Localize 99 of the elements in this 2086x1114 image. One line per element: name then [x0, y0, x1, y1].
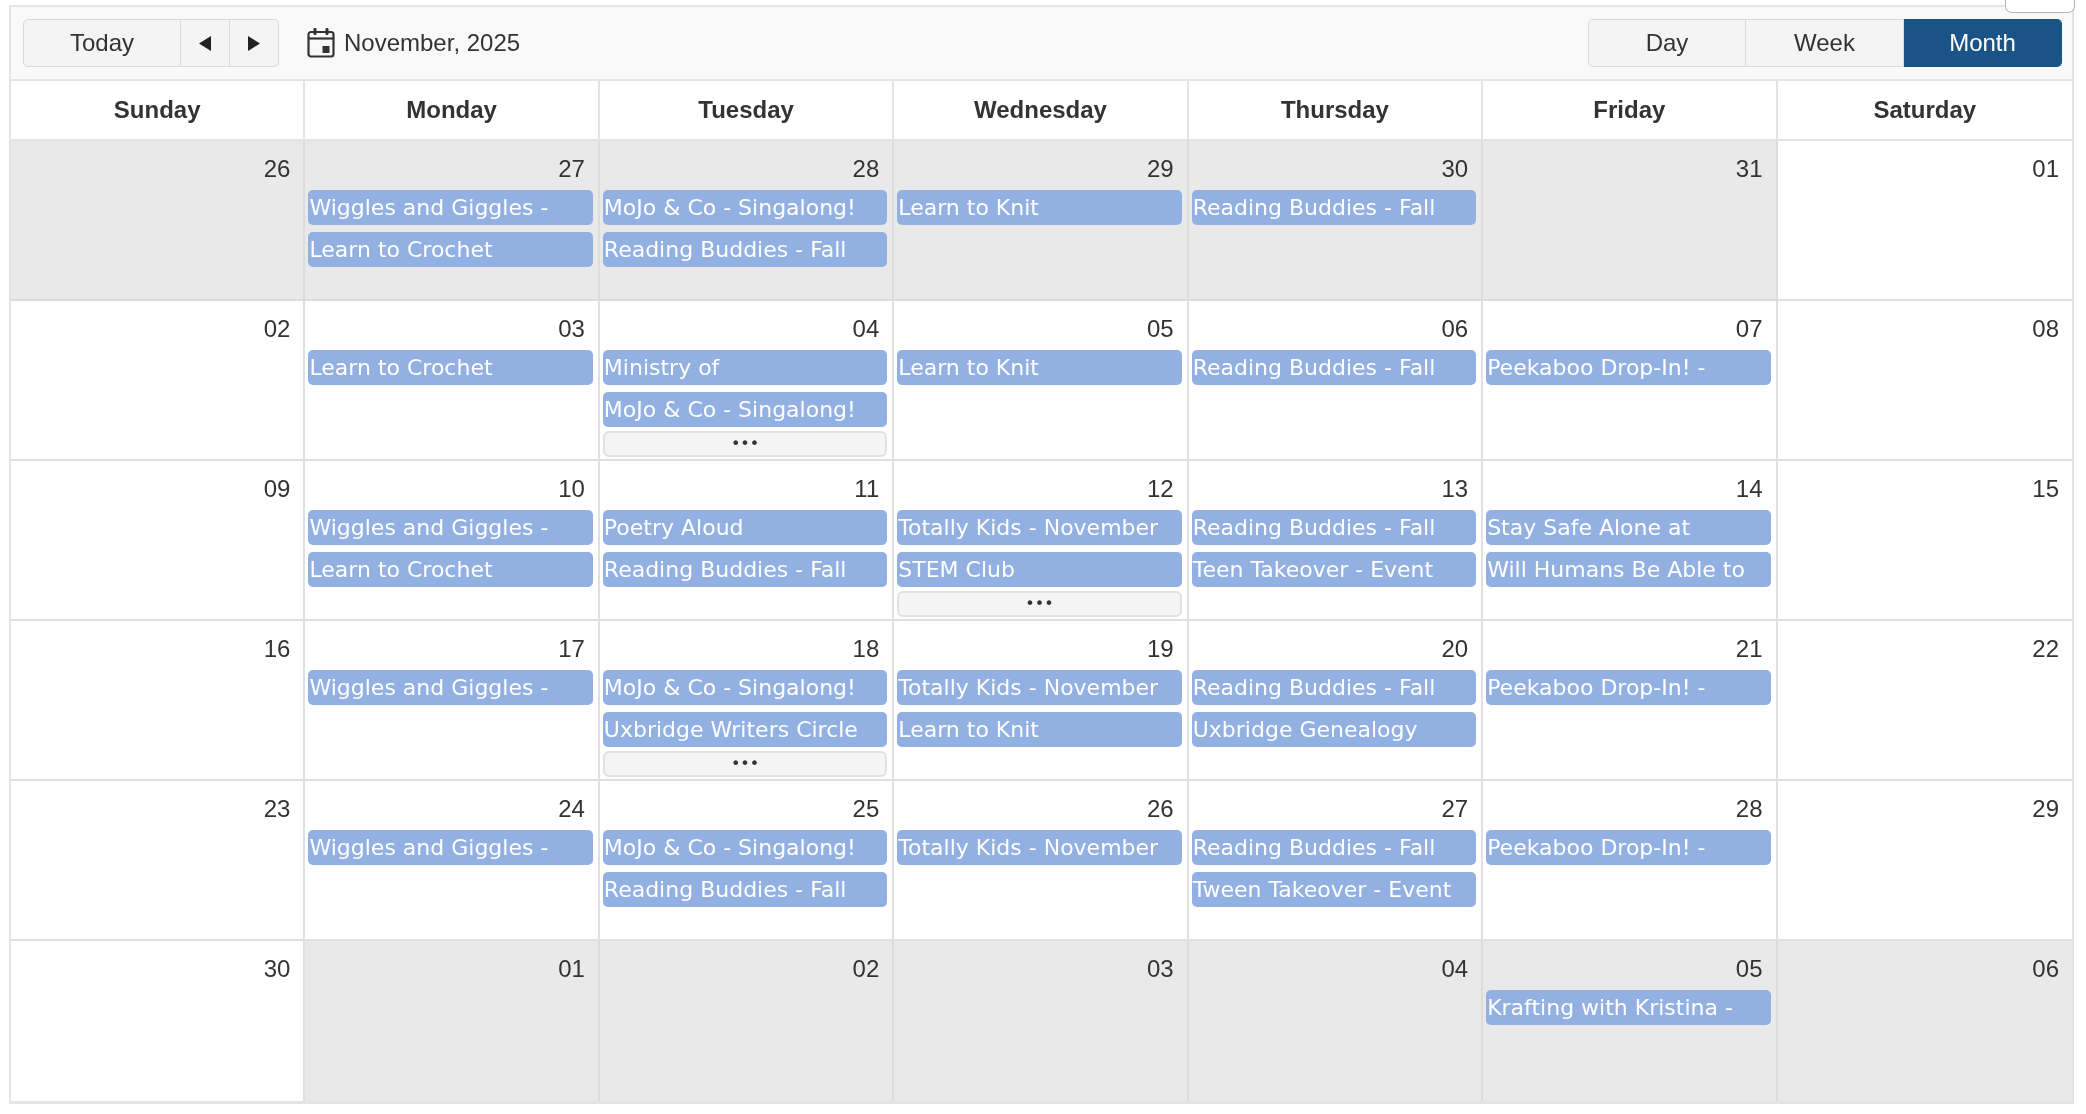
event-chip[interactable]: Ministry of	[602, 350, 888, 385]
day-number: 11	[854, 475, 880, 503]
today-button[interactable]: Today	[23, 19, 181, 67]
day-number: 20	[1441, 635, 1469, 663]
day-number: 26	[1147, 795, 1174, 823]
event-chip[interactable]: Totally Kids - November	[897, 830, 1182, 865]
previous-button[interactable]	[181, 19, 230, 67]
day-number: 13	[1441, 475, 1469, 503]
more-events-button[interactable]: •••	[602, 751, 888, 777]
day-number: 28	[852, 155, 880, 183]
event-chip[interactable]: Learn to Knit	[897, 190, 1182, 225]
day-number: 04	[852, 315, 880, 343]
more-events-button[interactable]: •••	[897, 591, 1182, 617]
day-number: 02	[852, 955, 880, 983]
day-number: 27	[558, 155, 585, 183]
next-button[interactable]	[230, 19, 279, 67]
day-number: 24	[558, 795, 585, 823]
day-number: 05	[1735, 955, 1763, 983]
day-number: 06	[2032, 955, 2059, 983]
event-chip[interactable]: Peekaboo Drop-In! -	[1486, 670, 1771, 705]
weekday-header: Sunday	[11, 81, 306, 141]
event-chip[interactable]: Wiggles and Giggles -	[308, 190, 593, 225]
event-chip[interactable]: Wiggles and Giggles -	[308, 830, 593, 865]
day-number: 10	[558, 475, 585, 503]
day-number: 31	[1735, 155, 1763, 183]
view-button[interactable]: Day	[1588, 19, 1746, 67]
day-number: 02	[263, 315, 291, 343]
day-number: 30	[1441, 155, 1469, 183]
event-chip[interactable]: MoJo & Co - Singalong!	[602, 670, 888, 705]
day-number: 06	[1441, 315, 1469, 343]
event-chip[interactable]: Reading Buddies - Fall	[1191, 190, 1477, 225]
weekday-header: Wednesday	[894, 81, 1189, 141]
event-chip[interactable]: Learn to Knit	[897, 350, 1182, 385]
more-events-button[interactable]: •••	[602, 431, 888, 457]
event-chip[interactable]: Totally Kids - November	[897, 670, 1182, 705]
day-number: 03	[558, 315, 585, 343]
event-chip[interactable]: Learn to Crochet	[308, 350, 593, 385]
day-number: 01	[2032, 155, 2059, 183]
event-chip[interactable]: Will Humans Be Able to	[1486, 552, 1771, 587]
day-number: 26	[263, 155, 291, 183]
day-number: 18	[852, 635, 880, 663]
event-chip[interactable]: Krafting with Kristina -	[1486, 990, 1771, 1025]
month-title: November, 2025	[344, 29, 521, 57]
day-number: 01	[558, 955, 585, 983]
day-number: 12	[1147, 475, 1174, 503]
event-chip[interactable]: Uxbridge Writers Circle	[602, 712, 888, 747]
calendar-icon	[307, 28, 335, 58]
event-chip[interactable]: Uxbridge Genealogy	[1191, 712, 1477, 747]
view-button[interactable]: Month	[1904, 19, 2062, 67]
day-number: 28	[1735, 795, 1763, 823]
day-number: 22	[2032, 635, 2059, 663]
day-number: 09	[263, 475, 291, 503]
event-chip[interactable]: MoJo & Co - Singalong!	[602, 830, 888, 865]
event-chip[interactable]: Tween Takeover - Event	[1191, 872, 1477, 907]
event-chip[interactable]: Reading Buddies - Fall	[602, 552, 888, 587]
day-number: 23	[263, 795, 291, 823]
day-number: 16	[263, 635, 291, 663]
day-number: 05	[1147, 315, 1174, 343]
day-number: 03	[1147, 955, 1174, 983]
weekday-header: Monday	[305, 81, 600, 141]
day-number: 04	[1441, 955, 1469, 983]
event-chip[interactable]: Stay Safe Alone at	[1486, 510, 1771, 545]
event-chip[interactable]: Learn to Knit	[897, 712, 1182, 747]
weekday-header: Friday	[1483, 81, 1778, 141]
event-chip[interactable]: MoJo & Co - Singalong!	[602, 190, 888, 225]
day-number: 15	[2032, 475, 2059, 503]
caret-right-icon	[248, 35, 260, 51]
day-number: 25	[852, 795, 880, 823]
event-chip[interactable]: Reading Buddies - Fall	[602, 232, 888, 267]
event-chip[interactable]: STEM Club	[897, 552, 1182, 587]
day-number: 29	[2032, 795, 2059, 823]
event-chip[interactable]: Wiggles and Giggles -	[308, 670, 593, 705]
event-chip[interactable]: Totally Kids - November	[897, 510, 1182, 545]
day-number: 27	[1441, 795, 1469, 823]
event-chip[interactable]: Learn to Crochet	[308, 232, 593, 267]
day-number: 29	[1147, 155, 1174, 183]
weekday-header: Tuesday	[599, 81, 895, 141]
event-chip[interactable]: Wiggles and Giggles -	[308, 510, 593, 545]
day-number: 07	[1735, 315, 1763, 343]
weekday-header: Thursday	[1188, 81, 1484, 141]
event-chip[interactable]: Peekaboo Drop-In! -	[1486, 350, 1771, 385]
day-number: 14	[1735, 475, 1763, 503]
caret-left-icon	[199, 35, 211, 51]
event-chip[interactable]: Learn to Crochet	[308, 552, 593, 587]
event-chip[interactable]: Reading Buddies - Fall	[1191, 670, 1477, 705]
event-chip[interactable]: Reading Buddies - Fall	[1191, 830, 1477, 865]
view-button[interactable]: Week	[1746, 19, 1904, 67]
event-chip[interactable]: Reading Buddies - Fall	[1191, 510, 1477, 545]
event-chip[interactable]: Reading Buddies - Fall	[1191, 350, 1477, 385]
event-chip[interactable]: MoJo & Co - Singalong!	[602, 392, 888, 427]
event-chip[interactable]: Teen Takeover - Event	[1191, 552, 1477, 587]
event-chip[interactable]: Poetry Aloud	[602, 510, 888, 545]
day-number: 17	[558, 635, 585, 663]
day-number: 30	[263, 955, 291, 983]
day-number: 21	[1735, 635, 1763, 663]
day-number: 19	[1147, 635, 1174, 663]
event-chip[interactable]: Peekaboo Drop-In! -	[1486, 830, 1771, 865]
event-chip[interactable]: Reading Buddies - Fall	[602, 872, 888, 907]
day-number: 08	[2032, 315, 2059, 343]
